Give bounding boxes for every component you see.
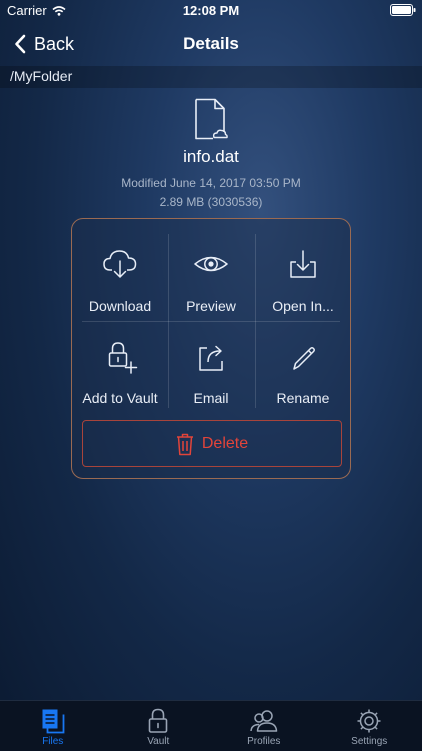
status-time: 12:08 PM xyxy=(0,3,422,18)
file-size: 2.89 MB (3030536) xyxy=(0,195,422,209)
battery-indicator xyxy=(390,4,416,16)
navigation-bar: Back Details xyxy=(0,22,422,66)
open-in-label: Open In... xyxy=(257,298,349,314)
file-actions-panel: Download Preview Open In... Add to Vault xyxy=(71,218,351,479)
pencil-icon xyxy=(285,340,321,374)
folder-path: /MyFolder xyxy=(10,68,72,84)
file-modified-date: Modified June 14, 2017 03:50 PM xyxy=(0,176,422,190)
tab-vault-label: Vault xyxy=(147,736,169,747)
page-title: Details xyxy=(0,34,422,54)
gear-icon xyxy=(356,708,382,734)
tray-download-icon xyxy=(285,248,321,280)
tab-profiles[interactable]: Profiles xyxy=(211,701,317,751)
delete-label: Delete xyxy=(202,435,248,453)
file-cloud-icon xyxy=(194,98,228,140)
tab-settings-label: Settings xyxy=(351,736,387,747)
tab-profiles-label: Profiles xyxy=(247,736,280,747)
email-label: Email xyxy=(165,390,257,406)
add-to-vault-button[interactable]: Add to Vault xyxy=(74,326,166,416)
tab-files[interactable]: Files xyxy=(0,701,106,751)
battery-icon xyxy=(390,4,416,16)
breadcrumb: /MyFolder xyxy=(0,66,422,88)
email-button[interactable]: Email xyxy=(165,326,257,416)
cloud-download-icon xyxy=(102,248,138,280)
file-name: info.dat xyxy=(0,147,422,167)
tab-settings[interactable]: Settings xyxy=(317,701,422,751)
status-bar: Carrier 12:08 PM xyxy=(0,0,422,22)
rename-button[interactable]: Rename xyxy=(257,326,349,416)
eye-icon xyxy=(193,248,229,280)
tab-bar: Files Vault Profiles Settings xyxy=(0,700,422,751)
download-button[interactable]: Download xyxy=(74,234,166,324)
tab-files-label: Files xyxy=(42,736,63,747)
profiles-icon xyxy=(248,708,280,734)
delete-button[interactable]: Delete xyxy=(82,420,342,467)
lock-icon xyxy=(146,708,170,734)
files-icon xyxy=(41,708,65,734)
preview-button[interactable]: Preview xyxy=(165,234,257,324)
open-in-button[interactable]: Open In... xyxy=(257,234,349,324)
preview-label: Preview xyxy=(165,298,257,314)
tab-vault[interactable]: Vault xyxy=(106,701,212,751)
share-icon xyxy=(193,340,229,374)
add-to-vault-label: Add to Vault xyxy=(74,390,166,406)
lock-add-icon xyxy=(102,340,138,374)
trash-icon xyxy=(176,432,194,456)
download-label: Download xyxy=(74,298,166,314)
rename-label: Rename xyxy=(257,390,349,406)
